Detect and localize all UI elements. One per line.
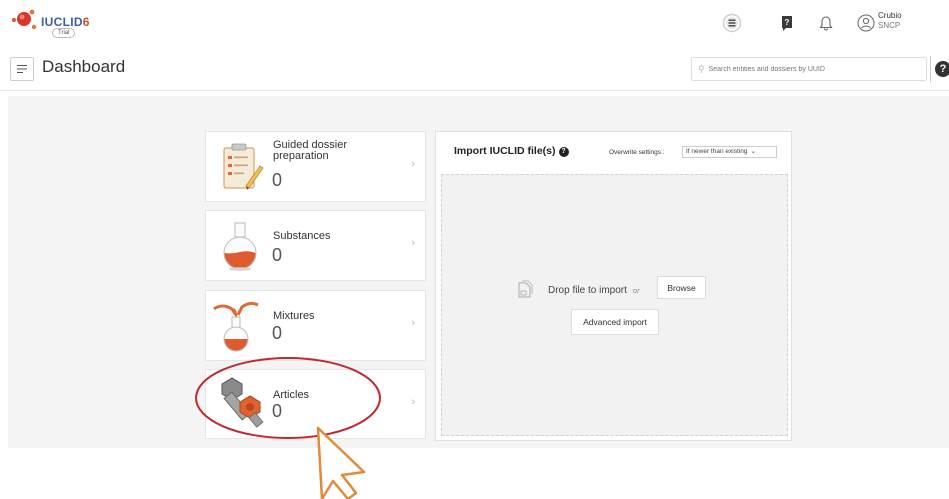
tile-count: 0 xyxy=(272,170,283,190)
chevron-right-icon: › xyxy=(411,158,415,170)
menu-toggle-button[interactable] xyxy=(10,57,34,81)
chevron-right-icon: › xyxy=(411,317,415,329)
bolt-nut-icon xyxy=(221,377,264,428)
tile-label: Articles xyxy=(273,389,310,401)
chevron-right-icon: › xyxy=(411,237,415,249)
import-title: Import IUCLID file(s)? xyxy=(454,145,569,157)
clipboard-icon xyxy=(223,143,264,190)
search-icon: ⚲ xyxy=(698,63,705,74)
page-title: Dashboard xyxy=(42,57,126,76)
user-icon[interactable] xyxy=(855,12,877,34)
uuid-search[interactable]: ⚲ xyxy=(691,57,927,81)
browse-button[interactable]: Browse xyxy=(657,276,706,299)
iuclid-logo[interactable]: IUCLID6 Trial xyxy=(8,6,90,38)
user-org: SNCP xyxy=(878,21,901,30)
top-header: IUCLID6 Trial ? Crubio SNCP xyxy=(0,0,949,46)
tasks-icon[interactable] xyxy=(721,12,743,34)
help-icon[interactable]: ? xyxy=(935,61,949,77)
chevron-right-icon: › xyxy=(411,396,415,408)
dashboard-titlebar: Dashboard ⚲ ? xyxy=(0,53,949,91)
drop-zone[interactable]: Drop file to import or xyxy=(441,174,788,436)
flask-icon xyxy=(223,222,257,271)
chevron-down-icon: ⌄ xyxy=(750,148,756,155)
user-name: Crubio xyxy=(878,11,902,20)
tile-mixtures[interactable]: Mixtures 0 › xyxy=(205,290,426,361)
overwrite-label: Overwrite settings : xyxy=(609,149,665,156)
help-book-icon[interactable]: ? xyxy=(776,12,798,34)
tile-count: 0 xyxy=(272,323,283,343)
tile-label: Guided dossier preparation xyxy=(273,139,347,162)
logo-text: IUCLID6 xyxy=(41,15,90,29)
svg-text:?: ? xyxy=(785,18,790,27)
bell-icon[interactable] xyxy=(815,12,837,34)
import-panel: Import IUCLID file(s)? Overwrite setting… xyxy=(435,131,792,441)
tile-guided-dossier[interactable]: Guided dossier preparation 0 › xyxy=(205,131,426,202)
user-info[interactable]: Crubio SNCP xyxy=(878,11,902,31)
drop-text: Drop file to import or xyxy=(548,285,640,296)
tile-count: 0 xyxy=(272,245,283,265)
file-icon xyxy=(518,280,533,298)
mixing-flasks-icon xyxy=(213,301,259,352)
help-icon[interactable]: ? xyxy=(558,147,569,157)
divider xyxy=(930,56,931,82)
hamburger-icon xyxy=(17,65,27,73)
search-input[interactable] xyxy=(708,65,909,73)
tile-substances[interactable]: Substances 0 › xyxy=(205,210,426,281)
logo-edition-badge: Trial xyxy=(52,28,76,38)
overwrite-select[interactable]: If newer than existing ⌄ xyxy=(682,146,777,158)
tile-label: Mixtures xyxy=(273,310,315,322)
tile-label: Substances xyxy=(273,230,331,242)
advanced-import-button[interactable]: Advanced import xyxy=(571,309,659,335)
tile-articles[interactable]: Articles 0 › xyxy=(205,369,426,439)
tile-count: 0 xyxy=(272,401,283,421)
